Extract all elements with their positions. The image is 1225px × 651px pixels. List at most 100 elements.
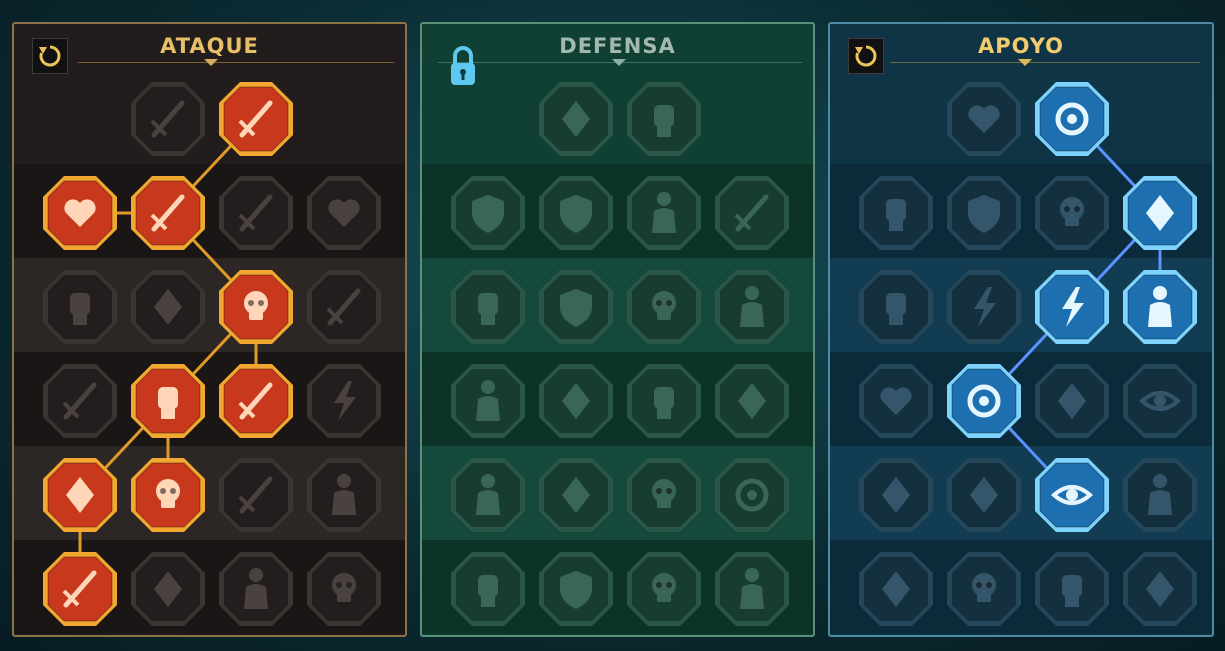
bull-head-icon — [715, 364, 789, 438]
water-drops-icon — [539, 458, 613, 532]
chain-lightning-icon — [307, 364, 381, 438]
skill-node-hourglass-burst[interactable] — [538, 363, 614, 439]
skill-node-open-hand[interactable] — [626, 363, 702, 439]
deflect-slash-icon — [715, 176, 789, 250]
shatter-icon — [1035, 270, 1109, 344]
skull-icon — [947, 552, 1021, 626]
shield-sword-icon — [219, 176, 293, 250]
crossed-swords-icon — [131, 82, 205, 156]
skill-node-broken-figure[interactable] — [1122, 457, 1198, 533]
skill-node-knight-helm[interactable] — [130, 551, 206, 627]
skill-node-heart-sparkle[interactable] — [946, 81, 1022, 157]
skill-node-crushing-fist[interactable] — [1034, 551, 1110, 627]
skill-node-dagger-slash[interactable] — [218, 81, 294, 157]
skill-node-praying-hands[interactable] — [858, 175, 934, 251]
skill-node-crossed-swords[interactable] — [130, 81, 206, 157]
scythe-hand-icon — [307, 270, 381, 344]
skill-node-shatter[interactable] — [1034, 269, 1110, 345]
panel-ataque: ATAQUE — [12, 22, 407, 637]
skill-node-ice-slam[interactable] — [1122, 175, 1198, 251]
skill-node-sun-figure[interactable] — [714, 269, 790, 345]
skill-node-runner-speed[interactable] — [450, 457, 526, 533]
skill-node-scythe-hand[interactable] — [306, 269, 382, 345]
panel-defensa: DEFENSA — [420, 22, 815, 637]
skill-node-warrior-flex[interactable] — [306, 457, 382, 533]
skill-node-twin-warriors[interactable] — [450, 363, 526, 439]
dagger-slash-icon — [219, 82, 293, 156]
knight-helm-icon — [131, 552, 205, 626]
open-hand-icon — [627, 364, 701, 438]
skill-node-bull-head[interactable] — [714, 363, 790, 439]
sword-sparkle-icon — [43, 552, 117, 626]
skill-node-open-book[interactable] — [1034, 363, 1110, 439]
skill-node-swift-boot[interactable] — [946, 457, 1022, 533]
skill-node-fist-strike[interactable] — [42, 269, 118, 345]
skill-node-deflect-slash[interactable] — [714, 175, 790, 251]
hourglass-burst-icon — [539, 364, 613, 438]
skill-node-bleeding-heart[interactable] — [306, 175, 382, 251]
skill-node-poison-flask[interactable] — [858, 551, 934, 627]
champion-figure-icon — [715, 552, 789, 626]
skill-node-axe-up[interactable] — [218, 363, 294, 439]
skill-node-chained-heart[interactable] — [858, 363, 934, 439]
skill-node-champion-figure[interactable] — [714, 551, 790, 627]
skill-node-shield-rings[interactable] — [946, 175, 1022, 251]
skill-node-heart-skull[interactable] — [626, 269, 702, 345]
skill-node-crossed-shield[interactable] — [538, 551, 614, 627]
skill-node-lightning-bolt[interactable] — [946, 269, 1022, 345]
eagle-head-icon — [1123, 552, 1197, 626]
skill-node-arms-raised[interactable] — [858, 269, 934, 345]
skill-node-group-silhouettes[interactable] — [1122, 269, 1198, 345]
skill-node-skull-slash[interactable] — [218, 269, 294, 345]
skill-node-skull-circle[interactable] — [626, 457, 702, 533]
skill-node-swirl-strike[interactable] — [714, 457, 790, 533]
skill-node-arrows-burst[interactable] — [42, 457, 118, 533]
triple-skull-icon — [131, 458, 205, 532]
skill-node-sword-claw-slash[interactable] — [130, 175, 206, 251]
skill-node-triple-skull[interactable] — [130, 457, 206, 533]
sword-shield-icon — [43, 364, 117, 438]
skill-node-demon-eyes[interactable] — [1122, 363, 1198, 439]
armor-shield-icon — [451, 176, 525, 250]
skill-node-broken-sword[interactable] — [218, 457, 294, 533]
skill-node-fanged-maw[interactable] — [130, 269, 206, 345]
skill-node-shield-block[interactable] — [538, 269, 614, 345]
skill-node-sword-shield[interactable] — [42, 363, 118, 439]
skill-node-horned-demon-heart[interactable] — [42, 175, 118, 251]
tough-arm-icon — [451, 270, 525, 344]
skill-node-fist-hammer[interactable] — [130, 363, 206, 439]
skill-node-comet[interactable] — [946, 363, 1022, 439]
all-seeing-eye-icon — [1035, 458, 1109, 532]
brick-wall-icon — [539, 82, 613, 156]
skill-node-skull[interactable] — [946, 551, 1022, 627]
skill-node-horned-beast[interactable] — [218, 551, 294, 627]
skill-node-all-seeing-eye[interactable] — [1034, 457, 1110, 533]
skill-node-flame-shield[interactable] — [538, 175, 614, 251]
smoke-skull-icon — [1035, 176, 1109, 250]
skill-node-tough-arm[interactable] — [450, 269, 526, 345]
skill-node-shield-sword[interactable] — [218, 175, 294, 251]
skill-node-spiral-strike[interactable] — [1034, 81, 1110, 157]
ice-slam-icon — [1123, 176, 1197, 250]
skill-node-water-drops[interactable] — [538, 457, 614, 533]
skill-node-sword-sparkle[interactable] — [42, 551, 118, 627]
open-book-icon — [1035, 364, 1109, 438]
swirl-strike-icon — [715, 458, 789, 532]
skill-node-eagle-head[interactable] — [1122, 551, 1198, 627]
comet-icon — [947, 364, 1021, 438]
axe-up-icon — [219, 364, 293, 438]
skill-node-armored-torso[interactable] — [450, 551, 526, 627]
skill-node-raised-fist[interactable] — [626, 81, 702, 157]
armored-torso-icon — [451, 552, 525, 626]
skill-node-skull-pile[interactable] — [626, 551, 702, 627]
poison-flask-icon — [859, 552, 933, 626]
skill-node-compass-star[interactable] — [858, 457, 934, 533]
skill-node-spartan-skull[interactable] — [306, 551, 382, 627]
compass-star-icon — [859, 458, 933, 532]
skill-node-brick-wall[interactable] — [538, 81, 614, 157]
runner-speed-icon — [451, 458, 525, 532]
skill-node-armor-shield[interactable] — [450, 175, 526, 251]
skill-node-chain-lightning[interactable] — [306, 363, 382, 439]
skill-node-smoke-skull[interactable] — [1034, 175, 1110, 251]
skill-node-meditating-figure[interactable] — [626, 175, 702, 251]
